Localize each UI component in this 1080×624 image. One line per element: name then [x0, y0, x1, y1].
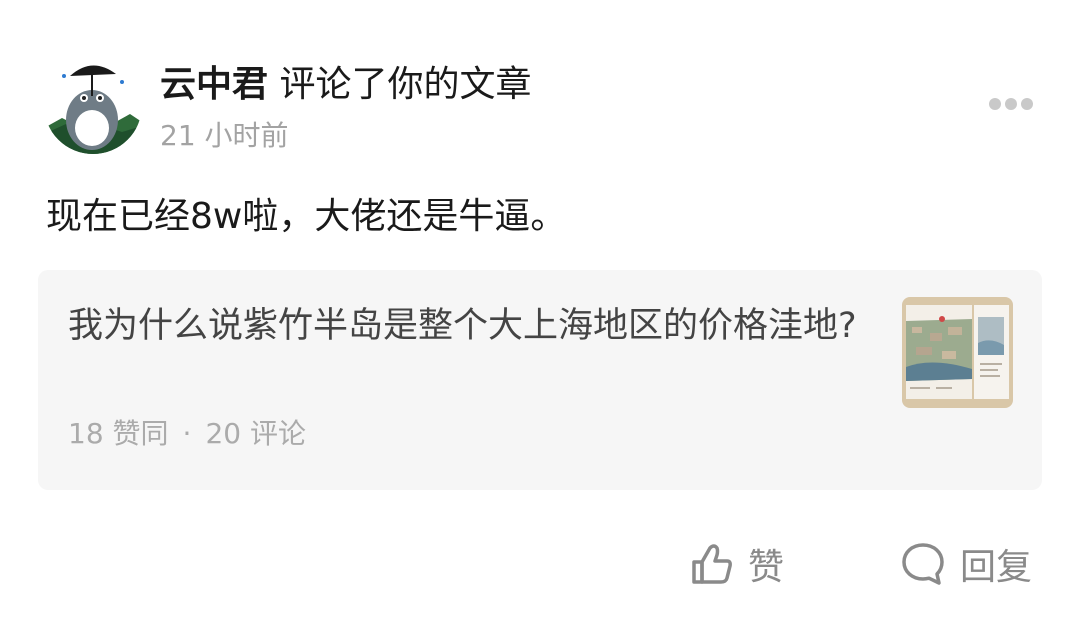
action-text: 评论了你的文章 — [279, 64, 532, 105]
article-card[interactable]: 我为什么说紫竹半岛是整个大上海地区的价格洼地? 18 赞同 · 20 评论 — [38, 270, 1042, 490]
article-meta: 18 赞同 · 20 评论 — [68, 416, 306, 452]
comment-text: 现在已经8w啦，大佬还是牛逼。 — [46, 196, 567, 237]
like-button[interactable]: 赞 — [690, 536, 810, 592]
reply-label: 回复 — [960, 547, 1033, 588]
user-name[interactable]: 云中君 — [160, 64, 268, 105]
article-likes: 18 赞同 — [68, 417, 169, 450]
notification-title: 云中君 评论了你的文章 — [160, 62, 531, 108]
like-label: 赞 — [748, 547, 785, 588]
article-comments: 20 评论 — [205, 417, 306, 450]
timestamp: 21 小时前 — [160, 119, 289, 152]
avatar[interactable] — [44, 56, 142, 154]
article-title[interactable]: 我为什么说紫竹半岛是整个大上海地区的价格洼地? — [68, 300, 868, 352]
more-dots-icon[interactable] — [988, 96, 1034, 110]
article-thumbnail[interactable] — [902, 297, 1013, 408]
thumbs-up-icon — [692, 544, 732, 584]
speech-bubble-icon — [902, 543, 944, 585]
reply-button[interactable]: 回复 — [900, 536, 1050, 592]
meta-separator: · — [182, 417, 192, 450]
notification-header: 云中君 评论了你的文章 21 小时前 — [44, 56, 1044, 156]
